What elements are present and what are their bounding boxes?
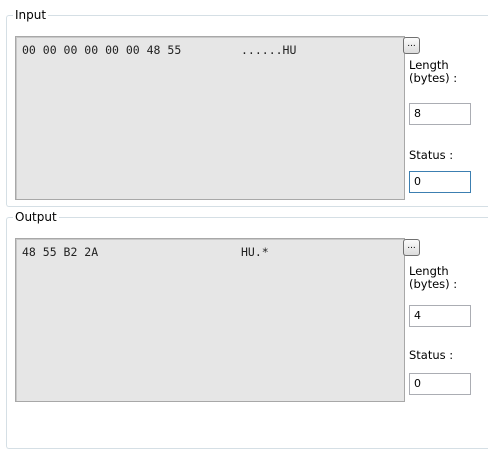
- input-length-label-2: (bytes) :: [409, 71, 458, 85]
- input-length-field[interactable]: 8: [409, 103, 471, 125]
- output-browse-button[interactable]: ...: [403, 239, 420, 256]
- input-status-field[interactable]: 0: [409, 171, 471, 193]
- input-length-label-1: Length: [409, 58, 449, 72]
- output-status-label: Status :: [409, 348, 454, 362]
- input-browse-button[interactable]: ...: [403, 37, 420, 54]
- input-group-legend: Input: [13, 7, 49, 23]
- output-length-label-1: Length: [409, 264, 449, 278]
- output-hex-ascii: HU.*: [241, 245, 269, 259]
- output-hex-bytes: 48 55 B2 2A: [22, 245, 99, 259]
- input-hex-bytes: 00 00 00 00 00 00 48 55: [22, 43, 182, 57]
- output-length-field[interactable]: 4: [409, 305, 471, 327]
- output-status-field[interactable]: 0: [409, 373, 471, 395]
- input-hex-ascii: ......HU: [241, 43, 297, 57]
- output-length-label-2: (bytes) :: [409, 277, 458, 291]
- output-hex-view[interactable]: 48 55 B2 2A HU.*: [15, 238, 405, 402]
- input-status-label: Status :: [409, 148, 454, 162]
- output-group-legend: Output: [13, 209, 59, 225]
- input-hex-view[interactable]: 00 00 00 00 00 00 48 55 ......HU: [15, 36, 405, 200]
